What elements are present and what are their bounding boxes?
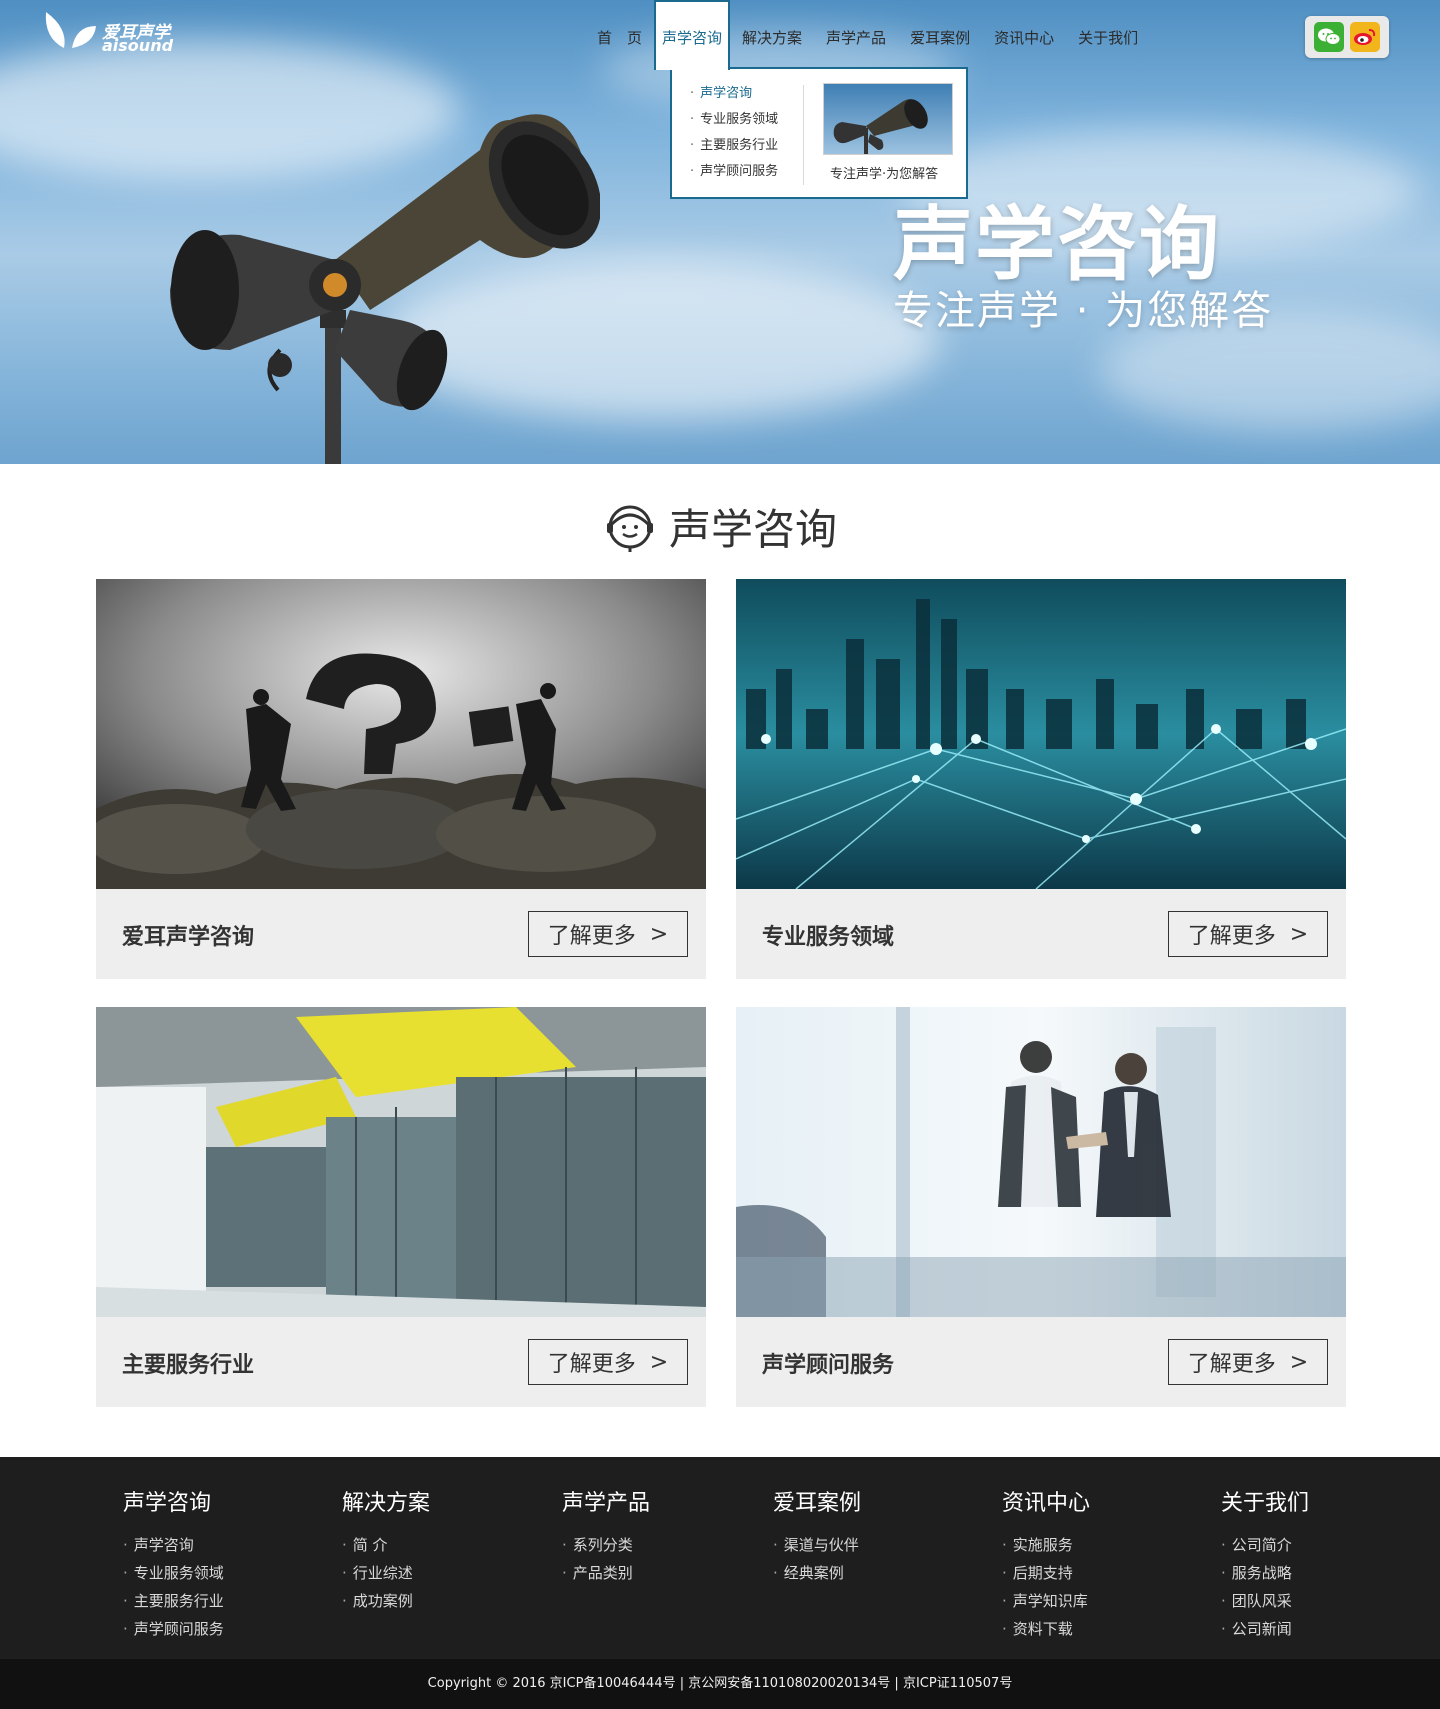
footer-link[interactable]: 渠道与伙伴: [773, 1531, 861, 1559]
footer-link[interactable]: 团队风采: [1221, 1587, 1309, 1615]
megaphone-thumb-icon: [833, 99, 928, 154]
footer-link[interactable]: 系列分类: [562, 1531, 650, 1559]
footer-link[interactable]: 主要服务行业: [123, 1587, 224, 1615]
dropdown-divider: [803, 85, 804, 185]
learn-more-label: 了解更多: [547, 1352, 636, 1377]
card-label: 声学顾问服务: [762, 1353, 895, 1378]
footer-link[interactable]: 实施服务: [1002, 1531, 1090, 1559]
dropdown-item-acoustic-consulting[interactable]: 声学咨询: [690, 81, 778, 107]
footer-link[interactable]: 公司新闻: [1221, 1615, 1309, 1643]
section-title: 声学咨询: [668, 505, 837, 554]
card-aisound-consulting: 爱耳声学咨询 了解更多 >: [96, 579, 706, 979]
wechat-icon[interactable]: [1314, 22, 1344, 52]
chevron-right-icon: >: [1289, 921, 1309, 947]
footer-column-about: 关于我们 公司简介 服务战略 团队风采 公司新闻: [1221, 1485, 1309, 1643]
dropdown-list: 声学咨询 专业服务领域 主要服务行业 声学顾问服务: [690, 81, 778, 185]
learn-more-label: 了解更多: [547, 924, 636, 949]
learn-more-button[interactable]: 了解更多 >: [528, 1339, 688, 1385]
card-label: 主要服务行业: [122, 1353, 255, 1378]
card-image-server-room[interactable]: [96, 1007, 706, 1317]
footer-column-solutions: 解决方案 简 介 行业综述 成功案例: [342, 1485, 430, 1615]
footer-column-news: 资讯中心 实施服务 后期支持 声学知识库 资料下载: [1002, 1485, 1090, 1643]
learn-more-button[interactable]: 了解更多 >: [1168, 1339, 1328, 1385]
nav-item-solutions[interactable]: 解决方案: [730, 0, 814, 70]
weibo-icon[interactable]: [1350, 22, 1380, 52]
footer-column-products: 声学产品 系列分类 产品类别: [562, 1485, 650, 1587]
footer-link[interactable]: 声学顾问服务: [123, 1615, 224, 1643]
card-advisory: 声学顾问服务 了解更多 >: [736, 1007, 1346, 1407]
main-nav: 首 页 声学咨询 解决方案 声学产品 爱耳案例 资讯中心 关于我们: [585, 0, 1150, 70]
footer-link[interactable]: 声学咨询: [123, 1531, 224, 1559]
footer-link[interactable]: 经典案例: [773, 1559, 861, 1587]
nav-item-acoustic-consulting[interactable]: 声学咨询: [654, 0, 731, 70]
learn-more-label: 了解更多: [1187, 924, 1276, 949]
section-header: 声学咨询: [0, 496, 1440, 557]
dropdown-thumbnail[interactable]: [823, 83, 953, 155]
hero-subtitle: 专注声学 · 为您解答: [893, 288, 1274, 334]
card-image-handshake[interactable]: [736, 1007, 1346, 1317]
card-image-question-mark[interactable]: [96, 579, 706, 889]
footer-link[interactable]: 后期支持: [1002, 1559, 1090, 1587]
dropdown-item-service-areas[interactable]: 专业服务领域: [690, 107, 778, 133]
footer-column-title[interactable]: 声学产品: [562, 1485, 650, 1517]
card-label: 爱耳声学咨询: [122, 925, 255, 950]
footer-column-title[interactable]: 爱耳案例: [773, 1485, 861, 1517]
nav-item-about[interactable]: 关于我们: [1066, 0, 1150, 70]
card-image-city-network[interactable]: [736, 579, 1346, 889]
chevron-right-icon: >: [1289, 1349, 1309, 1375]
footer-link[interactable]: 简 介: [342, 1531, 430, 1559]
footer-link[interactable]: 资料下载: [1002, 1615, 1090, 1643]
brand-name-en: aisound: [102, 36, 174, 55]
card-label: 专业服务领域: [762, 925, 895, 950]
learn-more-button[interactable]: 了解更多 >: [1168, 911, 1328, 957]
social-links: [1305, 16, 1389, 58]
dropdown-item-advisory[interactable]: 声学顾问服务: [690, 159, 778, 185]
chevron-right-icon: >: [649, 1349, 669, 1375]
footer-column-title[interactable]: 资讯中心: [1002, 1485, 1090, 1517]
site-footer: 声学咨询 声学咨询 专业服务领域 主要服务行业 声学顾问服务 解决方案 简 介 …: [0, 1457, 1440, 1659]
learn-more-button[interactable]: 了解更多 >: [528, 911, 688, 957]
nav-item-products[interactable]: 声学产品: [814, 0, 898, 70]
footer-link[interactable]: 专业服务领域: [123, 1559, 224, 1587]
megaphone-illustration: [170, 114, 600, 464]
nav-item-cases[interactable]: 爱耳案例: [898, 0, 982, 70]
card-industries: 主要服务行业 了解更多 >: [96, 1007, 706, 1407]
footer-link[interactable]: 行业综述: [342, 1559, 430, 1587]
brand-logo[interactable]: 爱耳声学 aisound: [42, 8, 182, 56]
footer-link[interactable]: 产品类别: [562, 1559, 650, 1587]
footer-column-cases: 爱耳案例 渠道与伙伴 经典案例: [773, 1485, 861, 1587]
card-service-areas: 专业服务领域 了解更多 >: [736, 579, 1346, 979]
leaf-logo-icon: [45, 12, 96, 48]
nav-dropdown-menu: 声学咨询 专业服务领域 主要服务行业 声学顾问服务 专注声学·为您解答: [670, 67, 968, 199]
footer-column-title[interactable]: 关于我们: [1221, 1485, 1309, 1517]
chevron-right-icon: >: [649, 921, 669, 947]
footer-link[interactable]: 服务战略: [1221, 1559, 1309, 1587]
dropdown-caption: 专注声学·为您解答: [830, 167, 939, 182]
footer-link[interactable]: 成功案例: [342, 1587, 430, 1615]
nav-item-home[interactable]: 首 页: [585, 0, 654, 70]
footer-column-title[interactable]: 解决方案: [342, 1485, 430, 1517]
learn-more-label: 了解更多: [1187, 1352, 1276, 1377]
footer-link[interactable]: 公司简介: [1221, 1531, 1309, 1559]
copyright-bar: Copyright © 2016 京ICP备10046444号 | 京公网安备1…: [0, 1659, 1440, 1709]
footer-column-consulting: 声学咨询 声学咨询 专业服务领域 主要服务行业 声学顾问服务: [123, 1485, 224, 1643]
footer-link[interactable]: 声学知识库: [1002, 1587, 1090, 1615]
dropdown-item-industries[interactable]: 主要服务行业: [690, 133, 778, 159]
footer-column-title[interactable]: 声学咨询: [123, 1485, 224, 1517]
nav-item-news[interactable]: 资讯中心: [982, 0, 1066, 70]
customer-service-icon: [606, 505, 653, 552]
